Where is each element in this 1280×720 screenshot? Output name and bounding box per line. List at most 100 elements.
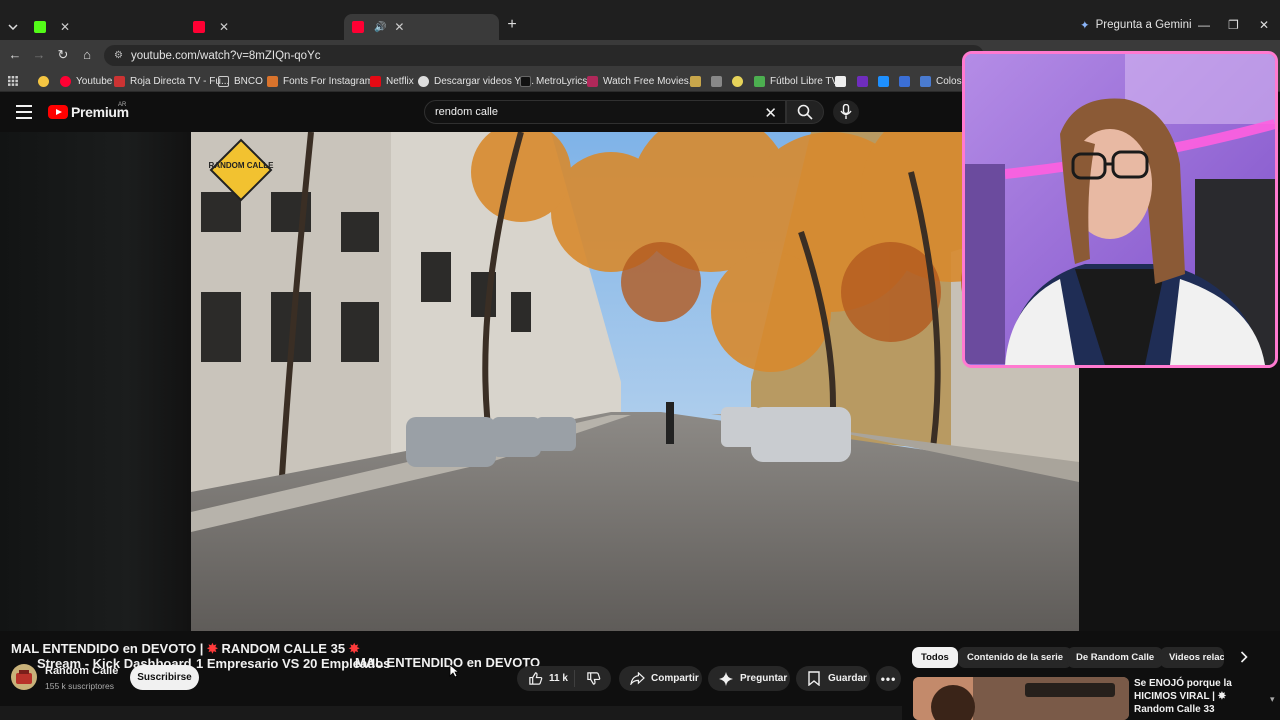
bookmark-item[interactable]: Youtube bbox=[60, 73, 112, 89]
channel-name[interactable]: Random Calle bbox=[45, 665, 118, 677]
save-label: Guardar bbox=[828, 673, 867, 684]
like-dislike-group: 11 k bbox=[517, 666, 611, 691]
search-input[interactable]: rendom calle ✕ bbox=[424, 100, 786, 124]
bookmark-extra[interactable] bbox=[878, 73, 894, 89]
browser-tab[interactable]: 1 Empresario VS 20 Empleados ✕ bbox=[185, 15, 390, 671]
bookmark-item[interactable]: Netflix bbox=[370, 73, 414, 89]
bookmark-extra[interactable] bbox=[711, 73, 727, 89]
window-close-icon[interactable]: ✕ bbox=[1259, 18, 1269, 32]
bookmark-item[interactable]: Descargar videos Yo... bbox=[418, 73, 534, 89]
new-tab-button[interactable]: + bbox=[505, 17, 519, 33]
more-horizontal-icon: ••• bbox=[880, 671, 897, 686]
clear-search-icon[interactable]: ✕ bbox=[764, 104, 777, 122]
tab-search-button[interactable] bbox=[4, 18, 22, 36]
menu-icon[interactable] bbox=[16, 105, 32, 119]
youtube-icon bbox=[193, 21, 205, 33]
bookmark-extra[interactable] bbox=[690, 73, 706, 89]
bookmark-item[interactable]: Fonts For Instagram... bbox=[267, 73, 381, 89]
subscriber-count: 155 k suscriptores bbox=[45, 681, 114, 691]
bookmark-item[interactable]: MetroLyrics bbox=[520, 73, 587, 89]
thumbs-up-icon bbox=[527, 671, 543, 687]
rojadirecta-icon bbox=[114, 75, 125, 87]
close-tab-icon[interactable]: ✕ bbox=[58, 20, 72, 34]
subscribe-button[interactable]: Suscribirse bbox=[130, 665, 199, 690]
ask-label: Preguntar bbox=[740, 673, 788, 684]
fonts-icon bbox=[267, 75, 278, 87]
youtube-premium-logo[interactable]: Premium AR bbox=[48, 102, 129, 120]
dislike-button[interactable] bbox=[575, 671, 611, 687]
bookmark-label: BNCO bbox=[234, 75, 263, 87]
browser-tab-active[interactable]: MAL ENTENDIDO en DEVOTO 🔊 ✕ bbox=[344, 14, 540, 670]
more-actions-button[interactable]: ••• bbox=[876, 666, 901, 691]
channel-avatar[interactable] bbox=[11, 664, 37, 690]
bookmark-icon bbox=[806, 671, 822, 687]
browser-tab[interactable]: Stream - Kick Dashboard ✕ bbox=[26, 15, 192, 671]
back-arrow-icon[interactable]: ← bbox=[7, 47, 23, 62]
bookmark-item[interactable]: Fútbol Libre TV bbox=[754, 73, 838, 89]
share-arrow-icon bbox=[629, 671, 645, 687]
search-icon bbox=[797, 104, 813, 120]
scroll-down-icon[interactable]: ▾ bbox=[1270, 694, 1275, 705]
comments-preview-bar[interactable] bbox=[0, 706, 902, 720]
browser-tab-bar: Stream - Kick Dashboard ✕ 1 Empresario V… bbox=[0, 0, 1280, 671]
video-frame[interactable]: RANDOM CALLE bbox=[191, 132, 1079, 631]
close-tab-icon[interactable]: ✕ bbox=[392, 20, 406, 34]
ask-button[interactable]: Preguntar bbox=[708, 666, 790, 691]
bookmark-icon bbox=[732, 75, 743, 87]
close-tab-icon[interactable]: ✕ bbox=[217, 20, 231, 34]
bookmark-item[interactable]: BNCO bbox=[218, 73, 263, 89]
chip-todos[interactable]: Todos bbox=[912, 647, 958, 668]
chevron-down-icon bbox=[8, 24, 18, 30]
reload-icon[interactable]: ↻ bbox=[55, 47, 71, 63]
spark-emoji-icon: ✸ bbox=[348, 641, 360, 656]
bookmark-extra[interactable] bbox=[732, 73, 748, 89]
bookmark-label: Roja Directa TV - Fu... bbox=[130, 75, 230, 87]
microphone-icon bbox=[840, 104, 852, 119]
colossal-icon bbox=[920, 75, 931, 87]
gemini-sparkle-icon: ✦ bbox=[1080, 20, 1090, 32]
street-scene-image: RANDOM CALLE bbox=[191, 132, 1079, 631]
voice-search-button[interactable] bbox=[833, 100, 859, 124]
bookmark-extra[interactable] bbox=[857, 73, 873, 89]
mouse-cursor-icon bbox=[449, 664, 460, 683]
chip-de-random-calle[interactable]: De Random Calle bbox=[1067, 647, 1164, 668]
bookmark-extra[interactable] bbox=[835, 73, 851, 89]
url-text: youtube.com/watch?v=8mZIQn-qoYc bbox=[130, 49, 321, 62]
bookmark-item[interactable] bbox=[38, 73, 54, 89]
folder-icon bbox=[218, 75, 229, 87]
bookmark-icon bbox=[899, 75, 910, 87]
site-info-icon[interactable]: ⚙ bbox=[114, 50, 123, 61]
bookmark-item[interactable]: Roja Directa TV - Fu... bbox=[114, 73, 229, 89]
bookmark-item[interactable]: Watch Free Movies... bbox=[587, 73, 697, 89]
bookmark-icon bbox=[711, 75, 722, 87]
movies-icon bbox=[587, 75, 598, 87]
youtube-icon bbox=[352, 21, 364, 33]
save-button[interactable]: Guardar bbox=[796, 666, 870, 691]
chips-next-button[interactable] bbox=[1236, 649, 1252, 665]
chevron-right-icon bbox=[1240, 651, 1248, 663]
spark-emoji-icon: ✸ bbox=[207, 641, 218, 656]
country-code: AR bbox=[118, 102, 127, 108]
minimize-icon[interactable]: — bbox=[1198, 18, 1210, 32]
bookmark-icon bbox=[690, 75, 701, 87]
recommendation-thumbnail[interactable] bbox=[913, 677, 1129, 720]
bookmark-extra[interactable] bbox=[899, 73, 915, 89]
tab-title: MAL ENTENDIDO en DEVOTO bbox=[355, 655, 541, 670]
search-button[interactable] bbox=[786, 100, 824, 124]
search-query-text: rendom calle bbox=[435, 106, 498, 118]
chip-contenido-serie[interactable]: Contenido de la serie bbox=[958, 647, 1073, 668]
chip-videos-relacionados[interactable]: Videos relac bbox=[1160, 647, 1224, 668]
like-button[interactable]: 11 k bbox=[517, 670, 575, 687]
address-bar[interactable]: ⚙ youtube.com/watch?v=8mZIQn-qoYc bbox=[104, 45, 984, 66]
bookmark-label: Fútbol Libre TV bbox=[770, 75, 839, 87]
speaker-icon[interactable]: 🔊 bbox=[374, 22, 386, 33]
forward-arrow-icon[interactable]: → bbox=[31, 47, 47, 62]
recommendation-title[interactable]: Se ENOJÓ porque la HICIMOS VIRAL | ✸ Ran… bbox=[1134, 677, 1264, 716]
gemini-button[interactable]: ✦ Pregunta a Gemini bbox=[1080, 18, 1192, 32]
share-button[interactable]: Compartir bbox=[619, 666, 702, 691]
share-label: Compartir bbox=[651, 673, 699, 684]
gemini-label: Pregunta a Gemini bbox=[1095, 19, 1192, 31]
apps-grid-icon[interactable] bbox=[8, 73, 18, 89]
restore-icon[interactable]: ❐ bbox=[1228, 18, 1239, 32]
home-icon[interactable]: ⌂ bbox=[79, 47, 95, 62]
